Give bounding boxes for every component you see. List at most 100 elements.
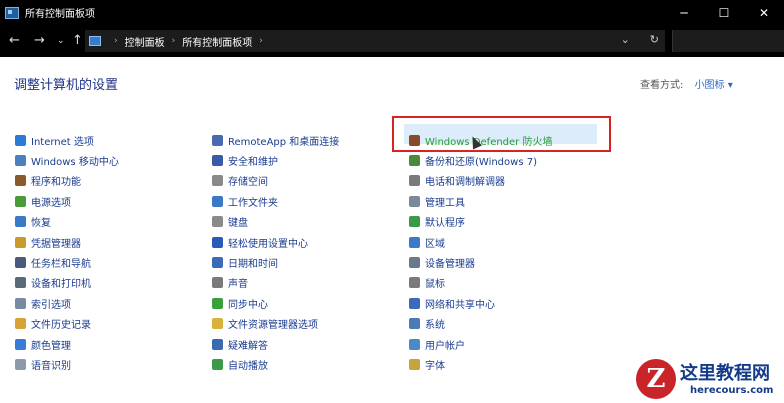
item-label: 颜色管理: [31, 340, 71, 352]
recent-chevron-icon[interactable]: ⌄: [57, 36, 65, 46]
breadcrumb-all-items[interactable]: 所有控制面板项: [182, 34, 252, 49]
recovery-icon: [15, 216, 26, 228]
admin-tools-icon: [409, 195, 420, 207]
item-label: 自动播放: [228, 360, 268, 372]
control-panel-item[interactable]: 程序和功能: [15, 171, 119, 191]
title-bar: 所有控制面板项 ─ ☐ ✕: [0, 0, 784, 25]
microphone-icon: [15, 358, 26, 370]
control-panel-item[interactable]: 疑难解答: [212, 334, 339, 354]
view-by-dropdown[interactable]: 小图标 ▾: [695, 80, 733, 91]
control-panel-item[interactable]: 自动播放: [212, 354, 339, 374]
item-label: 同步中心: [228, 299, 268, 311]
watermark-url: herecours.com: [690, 385, 774, 396]
control-panel-item[interactable]: 网络和共享中心: [409, 293, 552, 313]
watermark-title: 这里教程网: [680, 363, 770, 384]
chevron-down-icon[interactable]: ⌄: [621, 33, 630, 46]
control-panel-item[interactable]: 系统: [409, 314, 552, 334]
navigation-bar: ← → ⌄ ↑ › 控制面板 › 所有控制面板项 › ⌄ ↻: [0, 25, 784, 57]
minimize-button[interactable]: ─: [664, 0, 704, 25]
control-panel-item[interactable]: 颜色管理: [15, 334, 119, 354]
control-panel-item[interactable]: 任务栏和导航: [15, 252, 119, 272]
control-panel-item[interactable]: 管理工具: [409, 191, 552, 211]
mobility-icon: [15, 155, 26, 167]
firewall-icon: [409, 134, 420, 146]
control-panel-item[interactable]: 同步中心: [212, 293, 339, 313]
item-label: 鼠标: [425, 279, 445, 291]
control-panel-item[interactable]: 安全和维护: [212, 150, 339, 170]
system-icon: [409, 318, 420, 330]
control-panel-item[interactable]: 索引选项: [15, 293, 119, 313]
control-panel-item[interactable]: 区域: [409, 232, 552, 252]
user-accounts-icon: [409, 338, 420, 350]
item-label: 语音识别: [31, 360, 71, 372]
watermark: Z 这里教程网 herecours.com: [628, 355, 784, 403]
keyboard-icon: [212, 216, 223, 228]
item-label: 任务栏和导航: [31, 259, 91, 271]
back-arrow-icon[interactable]: ←: [9, 33, 20, 48]
troubleshoot-icon: [212, 338, 223, 350]
control-panel-icon: [5, 6, 19, 19]
item-label: 程序和功能: [31, 177, 81, 189]
search-input[interactable]: [672, 30, 784, 52]
control-panel-item[interactable]: 字体: [409, 354, 552, 374]
calendar-icon: [212, 257, 223, 269]
control-panel-item[interactable]: 凭据管理器: [15, 232, 119, 252]
taskbar-icon: [15, 257, 26, 269]
control-panel-item[interactable]: 鼠标: [409, 273, 552, 293]
control-panel-item[interactable]: 日期和时间: [212, 252, 339, 272]
control-panel-icon: [89, 36, 101, 46]
item-label: 键盘: [228, 218, 248, 230]
maximize-button[interactable]: ☐: [704, 0, 744, 25]
item-label: 日期和时间: [228, 259, 278, 271]
item-label: 电源选项: [31, 197, 71, 209]
control-panel-item[interactable]: 电源选项: [15, 191, 119, 211]
control-panel-item[interactable]: 轻松使用设置中心: [212, 232, 339, 252]
view-by-label: 查看方式:: [640, 80, 684, 91]
programs-icon: [15, 175, 26, 187]
item-label: 工作文件夹: [228, 197, 278, 209]
control-panel-item[interactable]: 语音识别: [15, 354, 119, 374]
control-panel-item[interactable]: 用户帐户: [409, 334, 552, 354]
item-label: 字体: [425, 360, 445, 372]
control-panel-item[interactable]: Internet 选项: [15, 130, 119, 150]
control-panel-item[interactable]: 存储空间: [212, 171, 339, 191]
control-panel-item[interactable]: 电话和调制解调器: [409, 171, 552, 191]
view-by: 查看方式: 小图标 ▾: [640, 76, 733, 91]
address-bar[interactable]: › 控制面板 › 所有控制面板项 › ⌄ ↻: [85, 30, 665, 52]
close-button[interactable]: ✕: [744, 0, 784, 25]
folder-options-icon: [212, 318, 223, 330]
device-manager-icon: [409, 257, 420, 269]
control-panel-item[interactable]: 声音: [212, 273, 339, 293]
control-panel-item[interactable]: 恢复: [15, 212, 119, 232]
item-label: RemoteApp 和桌面连接: [228, 136, 340, 148]
speaker-icon: [212, 277, 223, 289]
refresh-icon[interactable]: ↻: [650, 33, 659, 46]
control-panel-item[interactable]: Windows 移动中心: [15, 150, 119, 170]
control-panel-item[interactable]: 工作文件夹: [212, 191, 339, 211]
control-panel-item[interactable]: 文件资源管理器选项: [212, 314, 339, 334]
control-panel-item[interactable]: 备份和还原(Windows 7): [409, 150, 552, 170]
item-label: 声音: [228, 279, 248, 291]
control-panel-item[interactable]: Windows Defender 防火墙: [409, 130, 552, 150]
up-arrow-icon[interactable]: ↑: [72, 33, 83, 48]
item-column-2: RemoteApp 和桌面连接安全和维护 存储空间工作文件夹键盘轻松使用设置中心日…: [212, 130, 339, 375]
page-title: 调整计算机的设置: [14, 78, 119, 93]
item-label: 默认程序: [425, 218, 465, 230]
item-label: Windows 移动中心: [31, 157, 119, 169]
item-label: 管理工具: [425, 197, 465, 209]
control-panel-item[interactable]: 设备管理器: [409, 252, 552, 272]
control-panel-item[interactable]: 设备和打印机: [15, 273, 119, 293]
item-label: 设备和打印机: [31, 279, 91, 291]
mouse-icon: [409, 277, 420, 289]
control-panel-item[interactable]: 文件历史记录: [15, 314, 119, 334]
control-panel-item[interactable]: 默认程序: [409, 212, 552, 232]
control-panel-item[interactable]: RemoteApp 和桌面连接: [212, 130, 339, 150]
breadcrumb-control-panel[interactable]: 控制面板: [125, 34, 165, 49]
forward-arrow-icon[interactable]: →: [34, 33, 45, 48]
folder-icon: [212, 195, 223, 207]
control-panel-item[interactable]: 键盘: [212, 212, 339, 232]
item-label: 网络和共享中心: [425, 299, 495, 311]
item-label: 区域: [425, 238, 445, 250]
window-title: 所有控制面板项: [25, 9, 95, 20]
chevron-right-icon[interactable]: ›: [259, 36, 263, 46]
